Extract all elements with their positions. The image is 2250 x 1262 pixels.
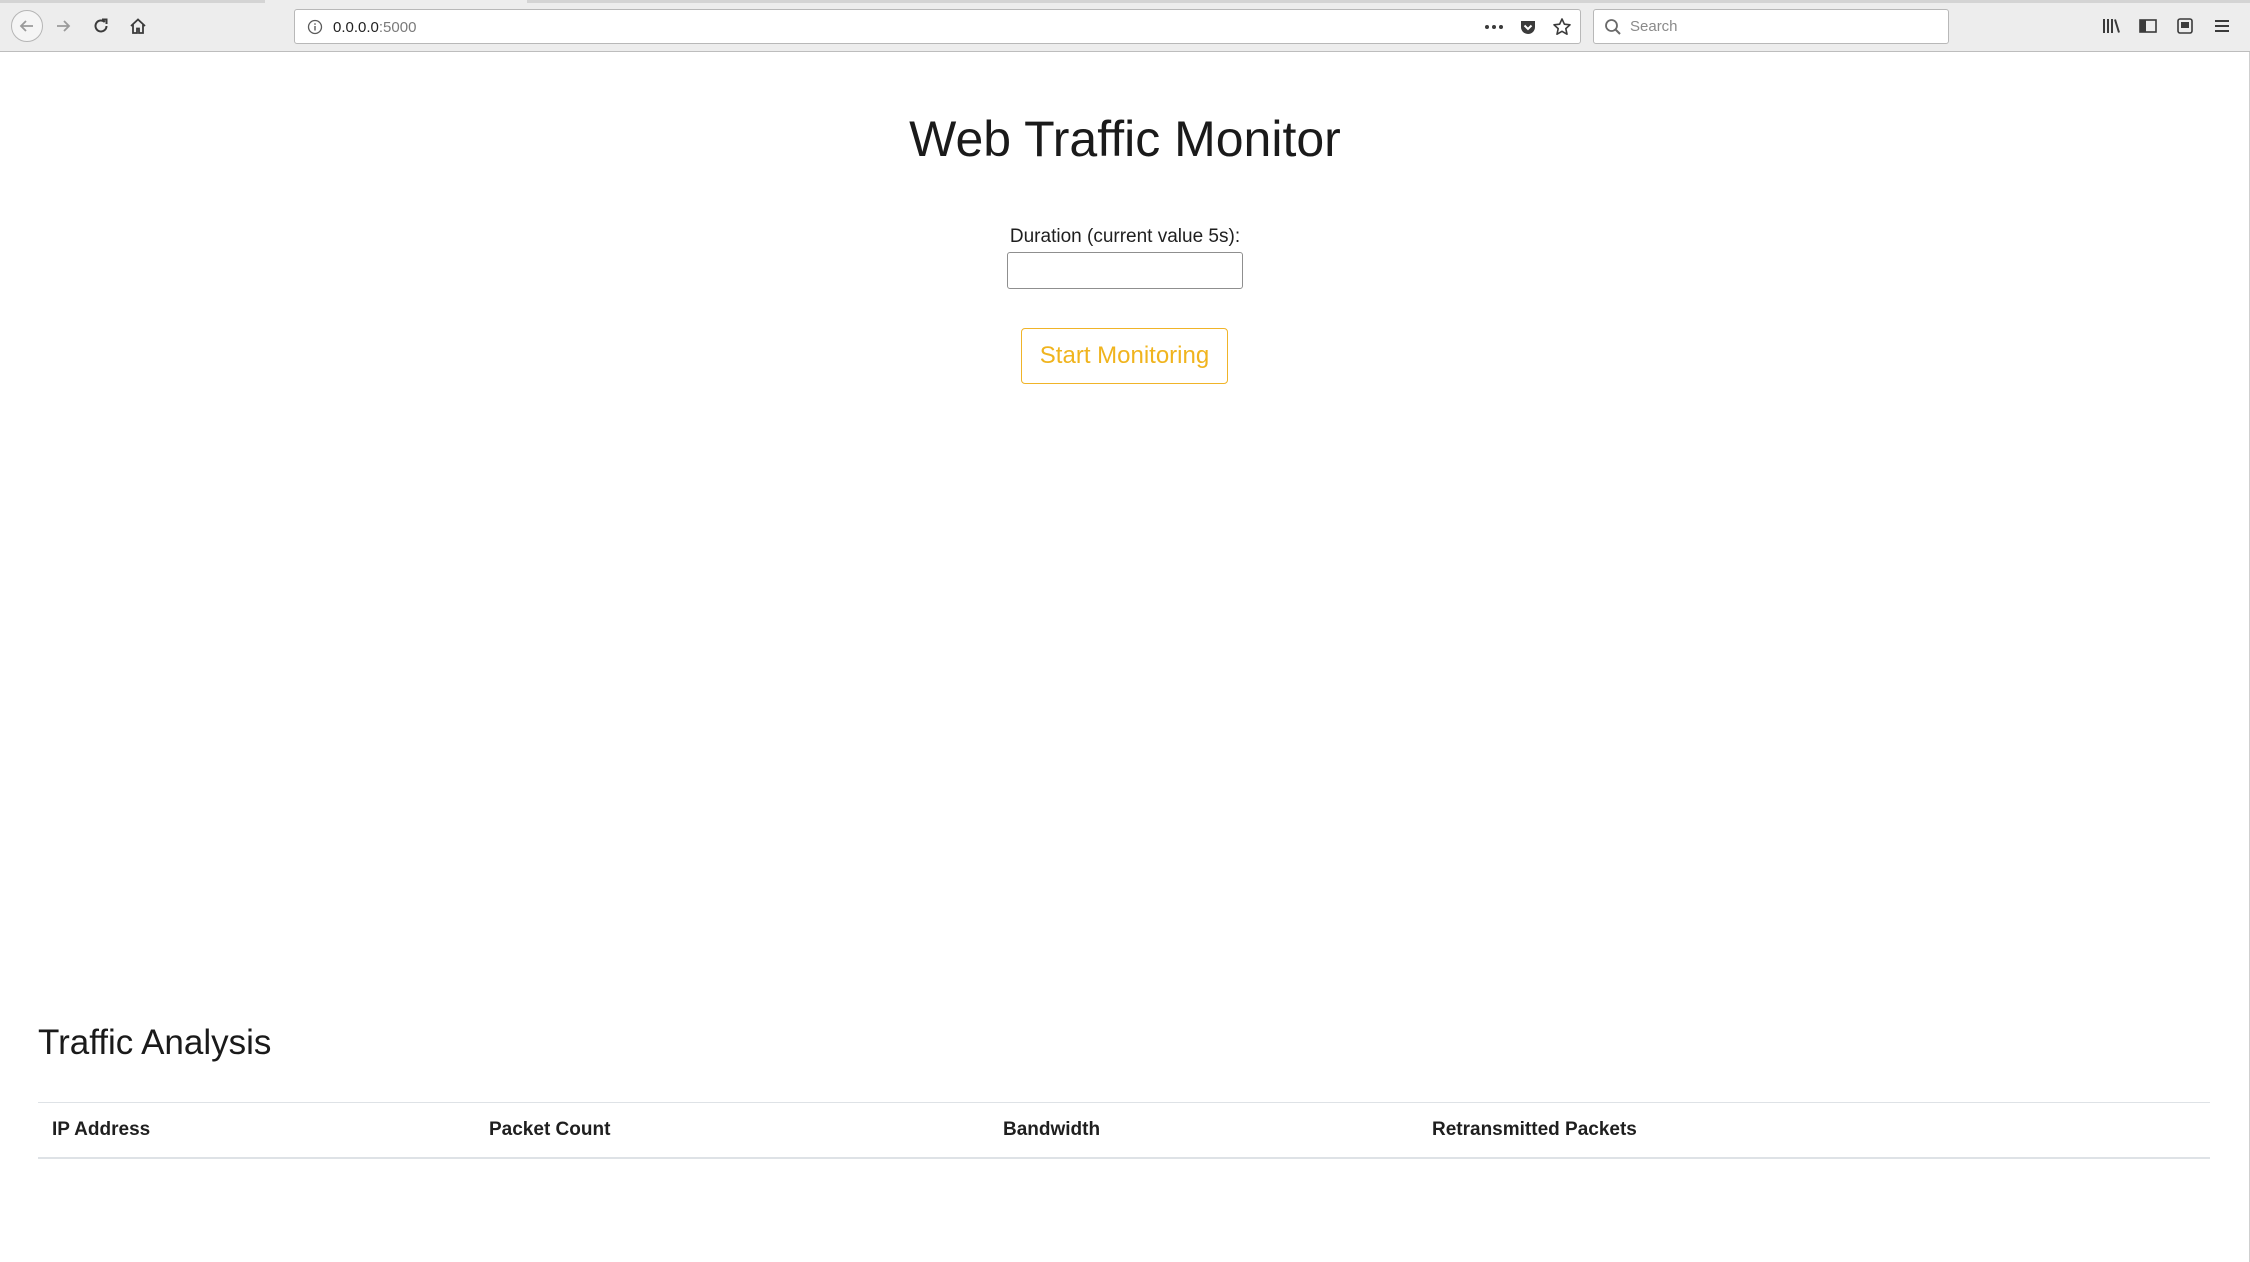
bookmark-star-icon[interactable] xyxy=(1550,16,1574,38)
info-icon[interactable] xyxy=(305,17,325,37)
sidebar-icon[interactable] xyxy=(2134,11,2162,41)
hamburger-menu-icon[interactable] xyxy=(2208,11,2236,41)
pocket-icon[interactable] xyxy=(1516,16,1540,38)
browser-tools xyxy=(2097,11,2236,41)
reload-icon[interactable] xyxy=(86,11,116,41)
column-header-bandwidth: Bandwidth xyxy=(989,1102,1418,1159)
url-actions xyxy=(1482,16,1574,38)
page-title: Web Traffic Monitor xyxy=(909,111,1341,167)
search-bar[interactable] xyxy=(1593,9,1949,44)
forward-arrow-icon[interactable] xyxy=(48,11,78,41)
search-input[interactable] xyxy=(1630,10,1930,43)
home-icon[interactable] xyxy=(123,11,153,41)
column-header-retransmitted-packets: Retransmitted Packets xyxy=(1418,1102,2210,1159)
url-port: :5000 xyxy=(378,19,417,36)
table-header-row: IP Address Packet Count Bandwidth Retran… xyxy=(38,1102,2210,1159)
back-arrow-icon[interactable] xyxy=(11,10,43,42)
url-host: 0.0.0.0 xyxy=(333,19,379,36)
page-actions-icon[interactable] xyxy=(1482,16,1506,38)
active-tab-indicator xyxy=(265,0,527,3)
url-text[interactable]: 0.0.0.0:5000 xyxy=(333,19,416,36)
column-header-packet-count: Packet Count xyxy=(475,1102,989,1159)
duration-label: Duration (current value 5s): xyxy=(1009,226,1241,247)
duration-input[interactable] xyxy=(1007,252,1243,289)
url-bar[interactable]: 0.0.0.0:5000 xyxy=(294,9,1581,44)
column-header-ip-address: IP Address xyxy=(38,1102,475,1159)
page-content: Web Traffic Monitor Duration (current va… xyxy=(0,53,2250,1262)
traffic-table: IP Address Packet Count Bandwidth Retran… xyxy=(38,1102,2210,1159)
search-icon xyxy=(1604,18,1624,38)
duration-form: Duration (current value 5s): xyxy=(0,226,2250,289)
browser-toolbar: 0.0.0.0:5000 xyxy=(0,0,2250,52)
start-monitoring-button[interactable]: Start Monitoring xyxy=(1021,328,1228,384)
screenshot-icon[interactable] xyxy=(2171,11,2199,41)
traffic-analysis-title: Traffic Analysis xyxy=(38,1023,272,1062)
library-icon[interactable] xyxy=(2097,11,2125,41)
